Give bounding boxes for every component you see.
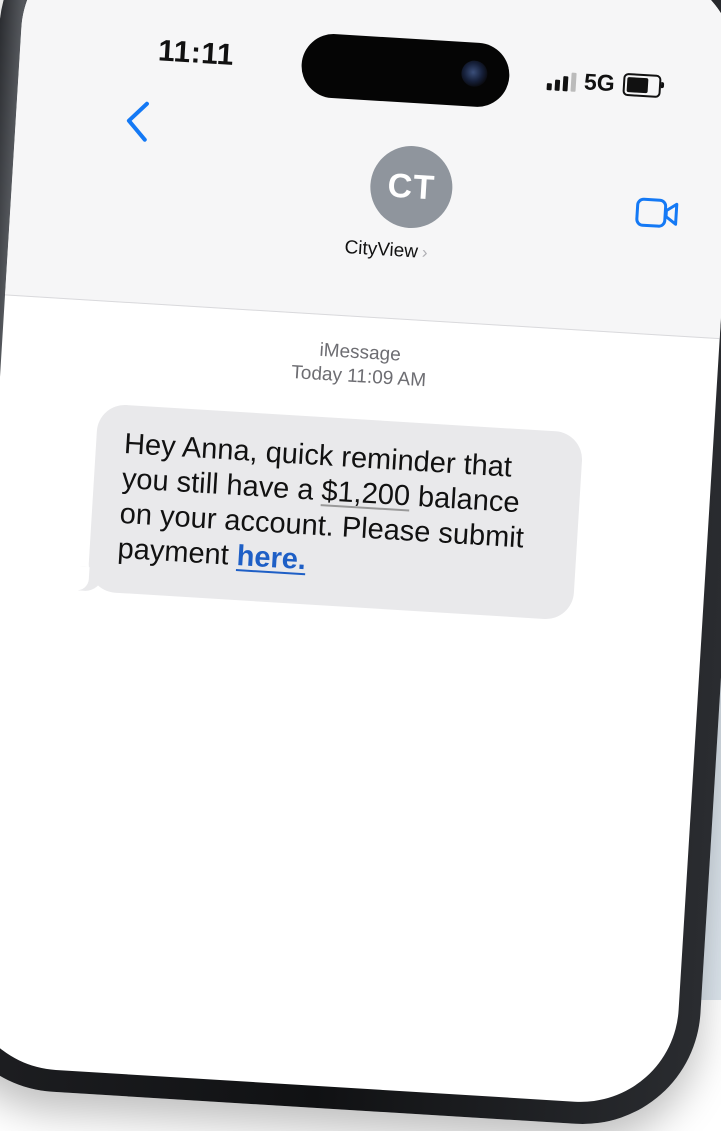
dynamic-island [299,32,512,109]
contact-name: CityView [343,237,419,263]
timestamp-time: 11:09 AM [346,365,427,392]
chevron-right-icon: › [421,242,429,263]
battery-icon [622,72,662,99]
chevron-left-icon[interactable] [122,98,151,152]
message-bubble[interactable]: Hey Anna, quick reminder that you still … [78,403,584,621]
payment-link[interactable]: here. [236,540,307,576]
avatar-initials: CT [386,166,437,207]
video-svg [635,197,679,228]
phone-screen: 11:11 5G CT CityView › iMessage Today 11… [0,0,721,1108]
signal-icon [546,70,577,92]
status-time: 11:11 [157,34,235,72]
amount-text[interactable]: $1,200 [321,475,411,512]
camera-icon [460,59,489,88]
timestamp-day: Today [290,362,343,387]
bubble-tail [78,566,104,592]
message-meta: iMessage Today 11:09 AM [1,319,719,411]
back-arrow-svg [126,101,149,142]
video-camera-icon[interactable] [634,196,680,236]
network-type: 5G [583,68,616,97]
phone-frame: 11:11 5G CT CityView › iMessage Today 11… [0,0,721,1131]
